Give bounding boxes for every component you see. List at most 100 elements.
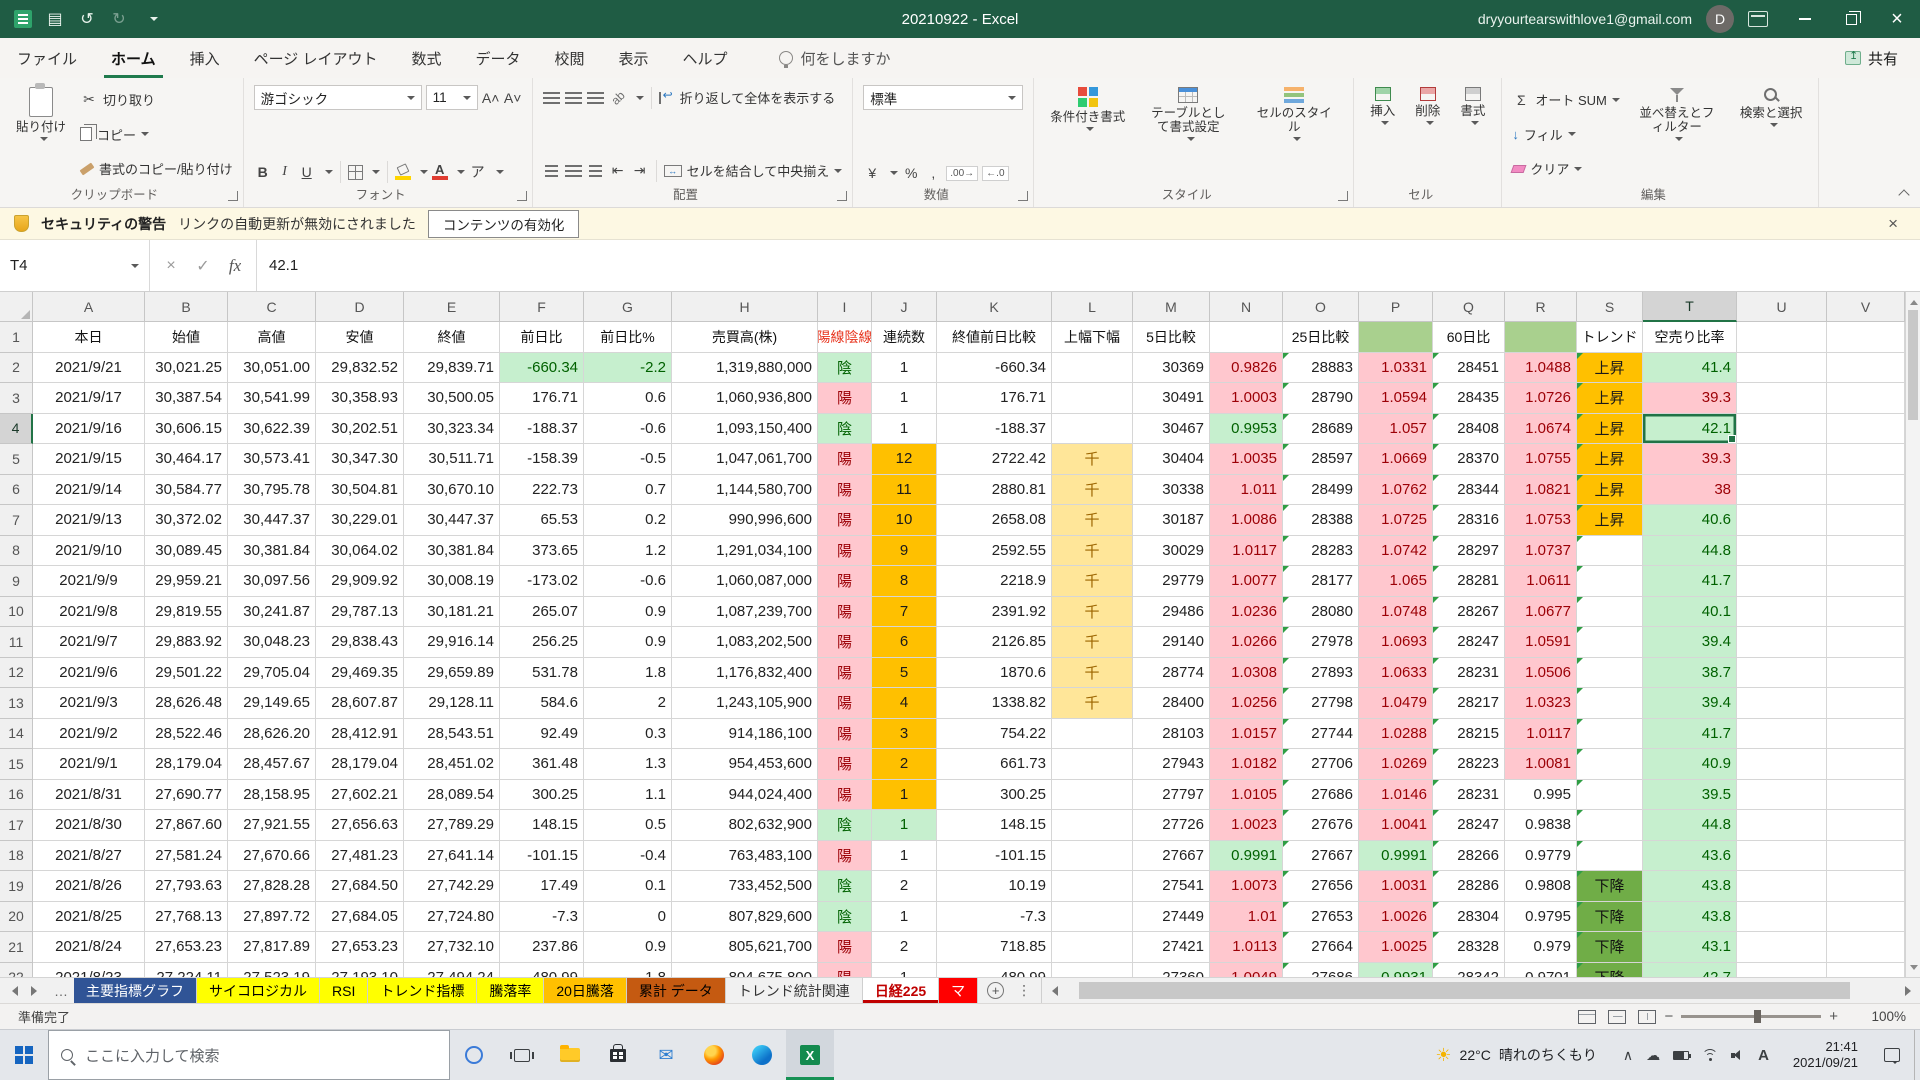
cell-H9[interactable]: 1,060,087,000	[672, 566, 818, 597]
cell-B16[interactable]: 27,690.77	[145, 780, 228, 811]
cell-N3[interactable]: 1.0003	[1210, 383, 1283, 414]
cell-M8[interactable]: 30029	[1133, 536, 1210, 567]
row-header-2[interactable]: 2	[0, 353, 33, 384]
formula-enter-button[interactable]: ✓	[188, 251, 218, 281]
cell-O9[interactable]: 28177	[1283, 566, 1359, 597]
cell-A20[interactable]: 2021/8/25	[33, 902, 145, 933]
cell-A3[interactable]: 2021/9/17	[33, 383, 145, 414]
cell-J10[interactable]: 7	[872, 597, 937, 628]
cell-V21[interactable]	[1827, 932, 1905, 963]
hidden-icons-button[interactable]: ∧	[1623, 1047, 1633, 1064]
column-header-R[interactable]: R	[1505, 292, 1577, 322]
cell-E7[interactable]: 30,447.37	[404, 505, 500, 536]
cell-J6[interactable]: 11	[872, 475, 937, 506]
cell-T14[interactable]: 41.7	[1643, 719, 1737, 750]
cell-A12[interactable]: 2021/9/6	[33, 658, 145, 689]
menu-tab-数式[interactable]: 数式	[394, 38, 458, 78]
font-name-select[interactable]: 游ゴシック	[254, 85, 422, 110]
cell-L11[interactable]: 千	[1052, 627, 1133, 658]
cell-Q4[interactable]: 28408	[1433, 414, 1505, 445]
cell-F3[interactable]: 176.71	[500, 383, 584, 414]
cell-L22[interactable]	[1052, 963, 1133, 978]
taskbar-clock[interactable]: 21:41 2021/09/21	[1781, 1039, 1870, 1071]
cell-M15[interactable]: 27943	[1133, 749, 1210, 780]
cell-M21[interactable]: 27421	[1133, 932, 1210, 963]
cell-A13[interactable]: 2021/9/3	[33, 688, 145, 719]
cell-R1[interactable]	[1505, 322, 1577, 353]
menu-tab-校閲[interactable]: 校閲	[538, 38, 602, 78]
increase-indent-button[interactable]: ⇥	[631, 161, 649, 181]
cell-S15[interactable]	[1577, 749, 1643, 780]
cell-N6[interactable]: 1.011	[1210, 475, 1283, 506]
cell-V5[interactable]	[1827, 444, 1905, 475]
cell-F16[interactable]: 300.25	[500, 780, 584, 811]
cell-Q13[interactable]: 28217	[1433, 688, 1505, 719]
cell-M2[interactable]: 30369	[1133, 353, 1210, 384]
cell-L15[interactable]	[1052, 749, 1133, 780]
cell-F20[interactable]: -7.3	[500, 902, 584, 933]
cell-S13[interactable]	[1577, 688, 1643, 719]
taskbar-search-input[interactable]: ここに入力して検索	[48, 1030, 450, 1080]
cell-D21[interactable]: 27,653.23	[316, 932, 404, 963]
cell-K19[interactable]: 10.19	[937, 871, 1052, 902]
cell-M14[interactable]: 28103	[1133, 719, 1210, 750]
account-email[interactable]: dryyourtearswithlove1@gmail.com	[1478, 11, 1692, 27]
cell-L9[interactable]: 千	[1052, 566, 1133, 597]
cell-E17[interactable]: 27,789.29	[404, 810, 500, 841]
cell-M19[interactable]: 27541	[1133, 871, 1210, 902]
row-header-8[interactable]: 8	[0, 536, 33, 567]
cell-U16[interactable]	[1737, 780, 1827, 811]
cell-G11[interactable]: 0.9	[584, 627, 672, 658]
task-view-button[interactable]	[498, 1030, 546, 1080]
new-sheet-button[interactable]: +	[987, 982, 1004, 999]
zoom-level[interactable]: 100%	[1854, 1009, 1906, 1024]
cell-M4[interactable]: 30467	[1133, 414, 1210, 445]
menu-tab-データ[interactable]: データ	[458, 38, 537, 78]
cell-A8[interactable]: 2021/9/10	[33, 536, 145, 567]
column-header-M[interactable]: M	[1133, 292, 1210, 322]
autosum-button[interactable]: Σオート SUM	[1512, 87, 1620, 112]
cell-I15[interactable]: 陽	[818, 749, 872, 780]
cell-T3[interactable]: 39.3	[1643, 383, 1737, 414]
cell-I21[interactable]: 陽	[818, 932, 872, 963]
cell-C19[interactable]: 27,828.28	[228, 871, 316, 902]
cell-E13[interactable]: 29,128.11	[404, 688, 500, 719]
excel-taskbar-button[interactable]: X	[786, 1030, 834, 1080]
cell-D2[interactable]: 29,832.52	[316, 353, 404, 384]
cell-V2[interactable]	[1827, 353, 1905, 384]
cell-O17[interactable]: 27676	[1283, 810, 1359, 841]
cell-F7[interactable]: 65.53	[500, 505, 584, 536]
cell-V19[interactable]	[1827, 871, 1905, 902]
cell-M10[interactable]: 29486	[1133, 597, 1210, 628]
cell-B15[interactable]: 28,179.04	[145, 749, 228, 780]
cell-Q2[interactable]: 28451	[1433, 353, 1505, 384]
cell-C7[interactable]: 30,447.37	[228, 505, 316, 536]
name-box[interactable]: T4	[0, 240, 150, 291]
cell-R20[interactable]: 0.9795	[1505, 902, 1577, 933]
cell-H4[interactable]: 1,093,150,400	[672, 414, 818, 445]
cell-P1[interactable]	[1359, 322, 1433, 353]
cell-L19[interactable]	[1052, 871, 1133, 902]
cell-D3[interactable]: 30,358.93	[316, 383, 404, 414]
cell-M7[interactable]: 30187	[1133, 505, 1210, 536]
zoom-slider[interactable]	[1681, 1015, 1821, 1018]
row-header-18[interactable]: 18	[0, 841, 33, 872]
cell-S20[interactable]: 下降	[1577, 902, 1643, 933]
cell-A18[interactable]: 2021/8/27	[33, 841, 145, 872]
cell-I18[interactable]: 陽	[818, 841, 872, 872]
cell-G13[interactable]: 2	[584, 688, 672, 719]
cell-J8[interactable]: 9	[872, 536, 937, 567]
zoom-in-button[interactable]: +	[1829, 1008, 1838, 1025]
cell-N19[interactable]: 1.0073	[1210, 871, 1283, 902]
cell-J1[interactable]: 連続数	[872, 322, 937, 353]
column-header-E[interactable]: E	[404, 292, 500, 322]
cell-G1[interactable]: 前日比%	[584, 322, 672, 353]
cell-S14[interactable]	[1577, 719, 1643, 750]
cell-S5[interactable]: 上昇	[1577, 444, 1643, 475]
decrease-font-button[interactable]: A˅	[504, 88, 522, 108]
cell-P8[interactable]: 1.0742	[1359, 536, 1433, 567]
cell-Q9[interactable]: 28281	[1433, 566, 1505, 597]
cell-A16[interactable]: 2021/8/31	[33, 780, 145, 811]
cell-V12[interactable]	[1827, 658, 1905, 689]
cell-R3[interactable]: 1.0726	[1505, 383, 1577, 414]
